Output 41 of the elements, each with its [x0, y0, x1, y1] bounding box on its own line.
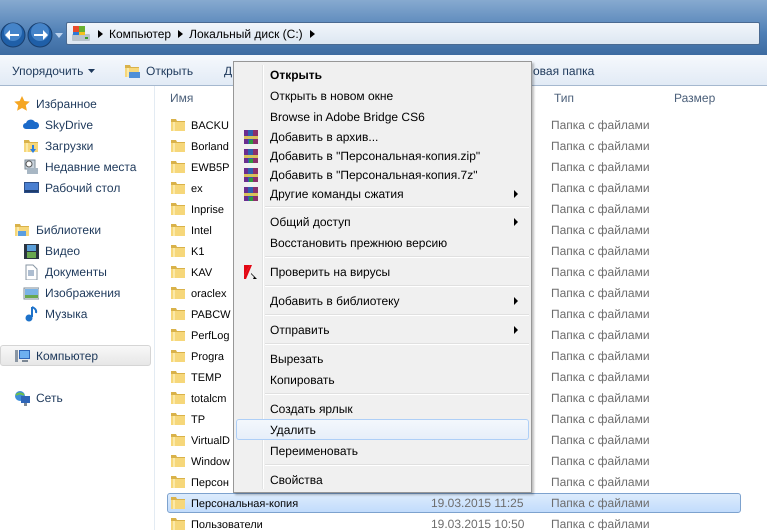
- file-type: Папка с файлами: [551, 475, 650, 489]
- file-name: oraclex: [191, 288, 226, 300]
- file-name: K1: [191, 246, 204, 258]
- file-name: Пользователи: [191, 519, 263, 530]
- file-name: EWB5P: [191, 162, 230, 174]
- file-name: BACKU: [191, 120, 229, 132]
- file-type: Папка с файлами: [551, 391, 650, 405]
- file-name: Progra: [191, 351, 224, 363]
- file-name: Персональная-копия: [191, 498, 298, 510]
- file-type: Папка с файлами: [551, 328, 650, 342]
- file-type: Папка с файлами: [551, 223, 650, 237]
- file-type: Папка с файлами: [551, 118, 650, 132]
- file-type: Папка с файлами: [551, 244, 650, 258]
- file-type: Папка с файлами: [551, 181, 650, 195]
- date-modified: 19.03.2015 10:50: [431, 517, 524, 530]
- file-name: Inprise: [191, 204, 224, 216]
- file-type: Папка с файлами: [551, 202, 650, 216]
- file-type: Папка с файлами: [551, 454, 650, 468]
- file-name: Window: [191, 456, 230, 468]
- file-name: ex: [191, 183, 203, 195]
- file-type: Папка с файлами: [551, 286, 650, 300]
- file-name: PerfLog: [191, 330, 230, 342]
- file-type: Папка с файлами: [551, 496, 650, 510]
- file-type: Папка с файлами: [551, 139, 650, 153]
- file-name: VirtualD: [191, 435, 230, 447]
- file-name: TEMP: [191, 372, 222, 384]
- file-name: TP: [191, 414, 206, 426]
- file-name: Intel: [191, 225, 212, 237]
- file-type: Папка с файлами: [551, 370, 650, 384]
- file-type: Папка с файлами: [551, 307, 650, 321]
- file-name: totalcm: [191, 393, 226, 405]
- file-name: PABCW: [191, 309, 231, 321]
- file-type: Папка с файлами: [551, 412, 650, 426]
- file-name: Персон: [191, 477, 229, 489]
- file-type: Папка с файлами: [551, 265, 650, 279]
- file-type: Папка с файлами: [551, 160, 650, 174]
- file-name: KAV: [191, 267, 212, 279]
- date-modified: 19.03.2015 11:25: [431, 496, 524, 510]
- file-type: Папка с файлами: [551, 349, 650, 363]
- file-name: Borland: [191, 141, 229, 153]
- file-type: Папка с файлами: [551, 433, 650, 447]
